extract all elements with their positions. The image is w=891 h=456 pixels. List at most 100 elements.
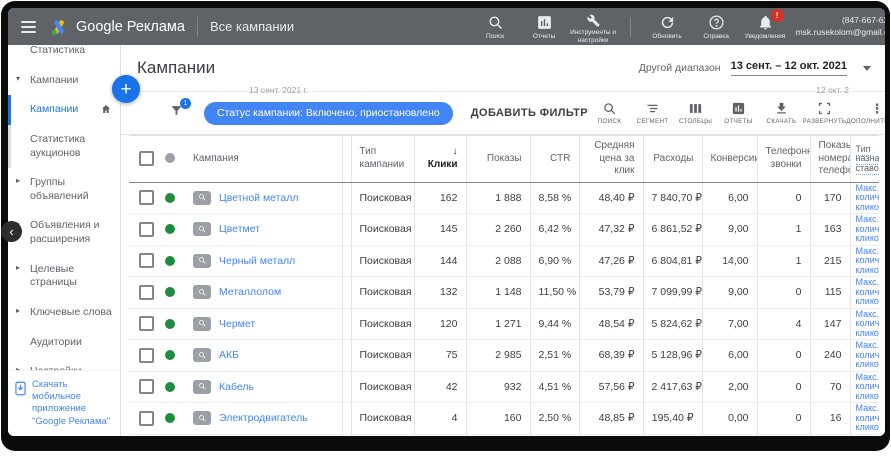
sidebar-item-campaigns-group[interactable]: ▾ Кампании [8,66,120,96]
sidebar-item-ads-extensions[interactable]: ▸Объявления и расширения [8,211,120,254]
impressions-cell: 2 985 [465,339,530,372]
topbar-tools-button[interactable]: Инструменты и настройки [569,8,618,45]
panel-collapse-handle[interactable]: ‹ [1,221,22,242]
status-column-header[interactable] [157,135,185,183]
tool-expand-button[interactable]: РАЗВЕРНУТЬ [803,101,846,125]
campaign-link[interactable]: Цветной металл [219,192,298,204]
sidebar-item-auction-insights[interactable]: Статистика аукционов [8,124,120,169]
status-enabled-dot-icon [165,287,175,298]
bid-strategy-cell[interactable]: Макс. количество кликов [849,308,879,340]
campaign-link[interactable]: Черный металл [219,255,295,267]
bid-strategy-cell[interactable]: Макс. количество кликов [849,213,879,246]
bid-strategy-cell[interactable]: Макс. количество кликов [849,276,879,309]
download-app-link[interactable]: Скачать мобильное приложение "Google Рек… [8,369,120,436]
tool-download-button[interactable]: СКАЧАТЬ [760,101,803,125]
phone-calls-column-header[interactable]: Телефонные звонки [756,135,810,183]
row-checkbox-cell[interactable] [129,213,157,246]
sidebar-item-keywords[interactable]: ▸ Ключевые слова [8,298,120,328]
cost-column-header[interactable]: Расходы [642,135,702,183]
checkbox[interactable] [139,151,154,167]
campaign-link[interactable]: АКБ [219,349,239,361]
phone-impressions-column-header[interactable]: Показы номера телефона [809,135,850,183]
row-checkbox-cell[interactable] [129,245,157,277]
bid-strategy-cell[interactable]: Макс. количество кликов [849,371,879,403]
checkbox[interactable] [139,316,154,332]
tool-columns-button[interactable]: СТОЛБЦЫ [674,101,717,125]
add-filter-button[interactable]: ДОБАВИТЬ ФИЛЬТР [471,107,588,119]
clicks-column-header[interactable]: ↓ Клики [413,135,466,183]
sidebar-item-ad-groups[interactable]: ▸ Группы объявлений [8,168,120,211]
row-checkbox-cell[interactable] [129,276,157,309]
impressions-cell: 1 888 [465,182,530,214]
add-campaign-fab-button[interactable]: + [112,75,140,103]
topbar-reports-button[interactable]: Отчеты [520,8,569,45]
campaign-link[interactable]: Кабель [219,381,254,393]
impressions-column-header[interactable]: Показы [465,135,530,183]
bid-strategy-cell[interactable]: Макс. количество кликов [849,245,879,277]
campaign-status-filter-chip[interactable]: Статус кампании: Включено, приостановлен… [204,101,453,125]
sidebar-item-statistics[interactable]: Статистика [8,45,120,66]
tool-reports-button[interactable]: ОТЧЕТЫ [717,101,760,125]
collapsed-column-cell [341,276,351,309]
impressions-cell: 1 148 [465,276,530,309]
date-range-picker[interactable]: Другой диапазон 13 сент. – 12 окт. 2021 [639,60,871,76]
bid-strategy-cell[interactable]: Макс. количество кликов [849,339,879,372]
campaign-link[interactable]: Металлолом [219,286,281,298]
campaign-link[interactable]: Электродвигатель [219,412,308,424]
row-checkbox-cell[interactable] [129,339,157,372]
checkbox[interactable] [139,410,154,426]
sidebar-item-settings[interactable]: ▸ Настройки [8,357,120,369]
filter-funnel-button[interactable]: 1 [169,98,191,123]
sidebar-item-landing-pages[interactable]: ▸ Целевые страницы [8,255,120,298]
collapsed-column-header[interactable] [341,135,351,183]
checkbox[interactable] [139,379,154,395]
conversions-column-header[interactable]: Конверсии [701,135,757,183]
bid-strategy-cell[interactable]: Макс. количество кликов [849,402,879,435]
checkbox[interactable] [139,347,154,363]
campaign-column-header[interactable]: Кампания [185,135,342,183]
topbar-search-button[interactable]: Поиск [471,8,520,45]
campaign-cell: Цветмет [185,213,342,246]
tool-search-button[interactable]: ПОИСК [588,101,631,125]
conversions-cell: 6,00 [701,182,757,214]
bid-strategy-column-header[interactable]: Тип назначения ставок [849,135,879,183]
checkbox[interactable] [139,190,154,206]
row-checkbox-cell[interactable] [129,371,157,403]
scrolled-date-right: 12 окт. 2 [816,85,849,95]
campaign-cell: Чермет [185,308,342,340]
row-checkbox-cell[interactable] [129,308,157,340]
row-checkbox-cell[interactable] [129,182,157,214]
campaign-link[interactable]: Чермет [219,318,255,330]
search-icon [604,103,616,115]
avg-cpc-column-header[interactable]: Средняя цена за клик [578,135,643,183]
ctr-column-header[interactable]: CTR [529,135,579,183]
table-row: Черный металл Поисковая 144 2 088 6,90 % 47,2… [129,245,879,277]
avg-cpc-cell: 57,56 ₽ [578,371,643,403]
bid-strategy-cell[interactable]: Макс. количество кликов [849,182,879,214]
phone-calls-cell: 1 [756,245,810,277]
topbar-help-button[interactable]: Справка [692,8,741,45]
tool-segment-button[interactable]: СЕГМЕНТ [631,101,674,125]
search-campaign-badge-icon [193,411,211,426]
campaign-link[interactable]: Цветмет [219,223,260,235]
hamburger-menu-icon[interactable] [21,20,36,33]
avg-cpc-cell: 68,39 ₽ [578,339,643,372]
type-column-header[interactable]: Тип кампании [350,135,414,183]
tool-more-button[interactable]: ⋮ ДОПОЛНИТЕЛЬНО [846,101,885,125]
chevron-right-icon: ▸ [16,262,21,272]
checkbox[interactable] [139,221,154,237]
avg-cpc-cell: 47,26 ₽ [578,245,643,277]
clicks-cell: 162 [413,182,466,214]
checkbox[interactable] [139,253,154,269]
brand[interactable]: Google Реклама [49,17,185,37]
select-all-checkbox[interactable] [129,135,157,183]
account-info[interactable]: (847-667-624 msk.rusekolom@gmail.co [796,15,885,39]
segment-icon [647,104,658,113]
checkbox[interactable] [139,284,154,300]
row-checkbox-cell[interactable] [129,402,157,435]
sidebar-item-campaigns[interactable]: Кампании [8,95,120,125]
topbar-notifications-button[interactable]: ! Уведомления [741,8,790,45]
sidebar-item-audiences[interactable]: Аудитории [8,328,120,358]
topbar-refresh-button[interactable]: Обновить [643,8,692,45]
reports-icon [537,16,551,29]
